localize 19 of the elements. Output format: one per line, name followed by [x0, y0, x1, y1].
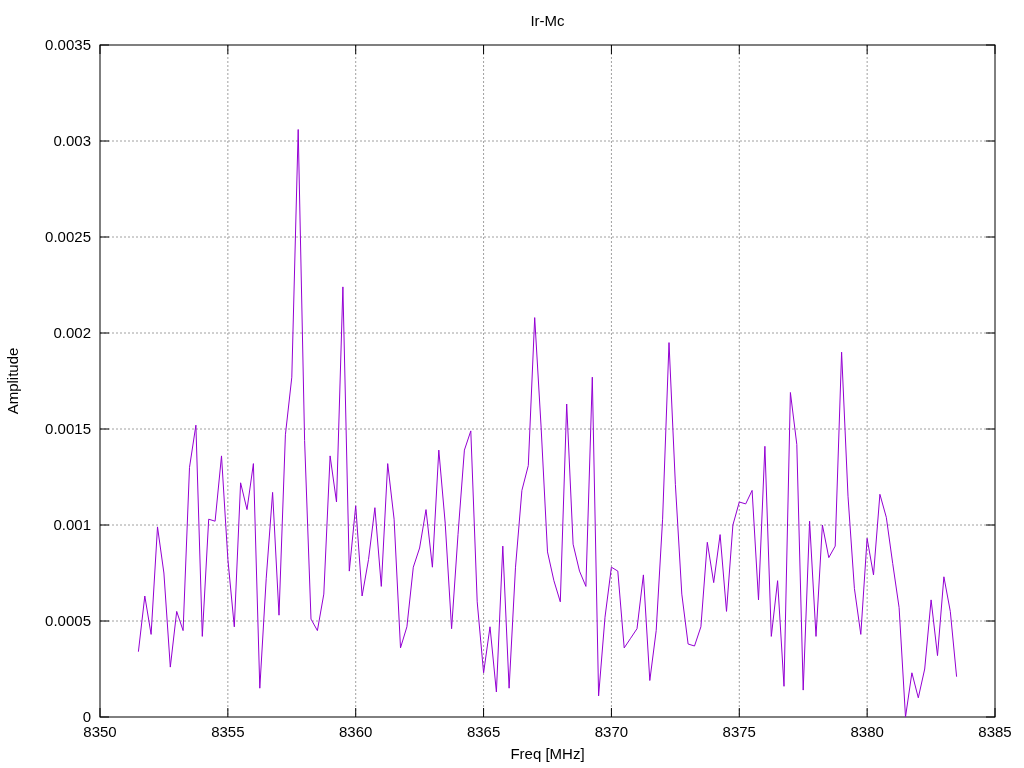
tick-label: 0.0035 — [45, 36, 91, 53]
tick-label: 0.001 — [53, 516, 91, 533]
x-axis-label: Freq [MHz] — [510, 745, 585, 762]
tick-label: 8365 — [466, 723, 501, 740]
tick-label: 8355 — [211, 723, 245, 740]
tick-label: 0.0025 — [45, 228, 91, 245]
tick-label: 8370 — [594, 723, 629, 740]
tick-label: 0 — [82, 708, 91, 725]
tick-label: 0.003 — [53, 132, 91, 149]
chart-title: Ir-Mc — [530, 12, 565, 29]
tick-label: 0.0005 — [45, 612, 91, 629]
tick-label: 8385 — [978, 723, 1012, 740]
tick-label: 0.002 — [53, 324, 91, 341]
tick-label: 8375 — [722, 723, 756, 740]
tick-label: 0.0015 — [45, 420, 91, 437]
y-axis-label: Amplitude — [4, 347, 21, 415]
tick-label: 8360 — [339, 723, 373, 740]
tick-label: 8380 — [850, 723, 884, 740]
tick-label: 8350 — [83, 723, 117, 740]
